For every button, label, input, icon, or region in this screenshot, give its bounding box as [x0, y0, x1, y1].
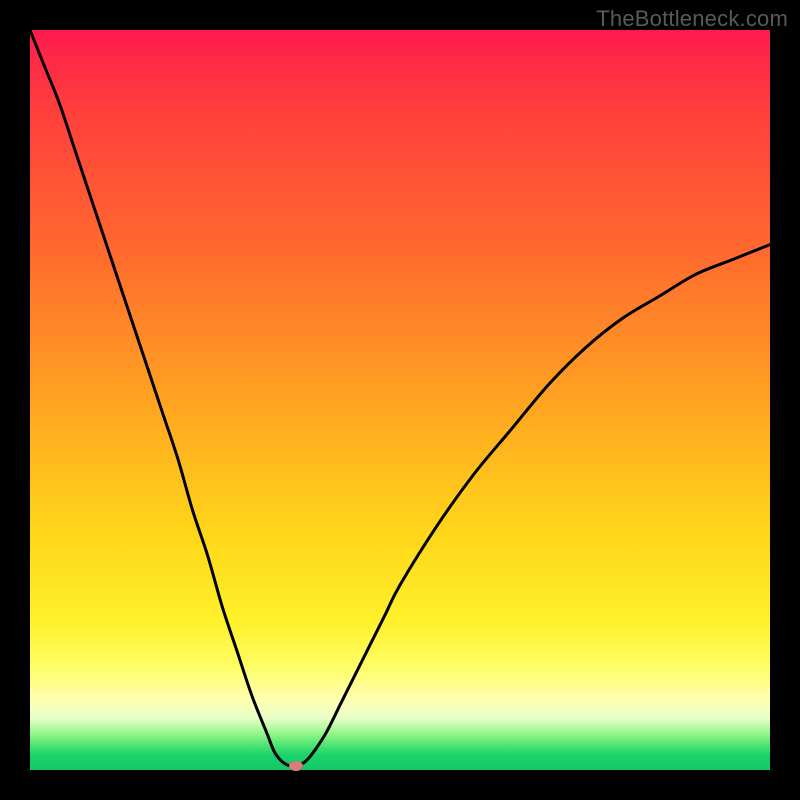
- chart-frame: TheBottleneck.com: [0, 0, 800, 800]
- curve-svg: [30, 30, 770, 770]
- watermark-text: TheBottleneck.com: [596, 6, 788, 32]
- plot-area: [30, 30, 770, 770]
- bottleneck-curve-path: [30, 30, 770, 766]
- optimal-point-marker: [289, 761, 303, 771]
